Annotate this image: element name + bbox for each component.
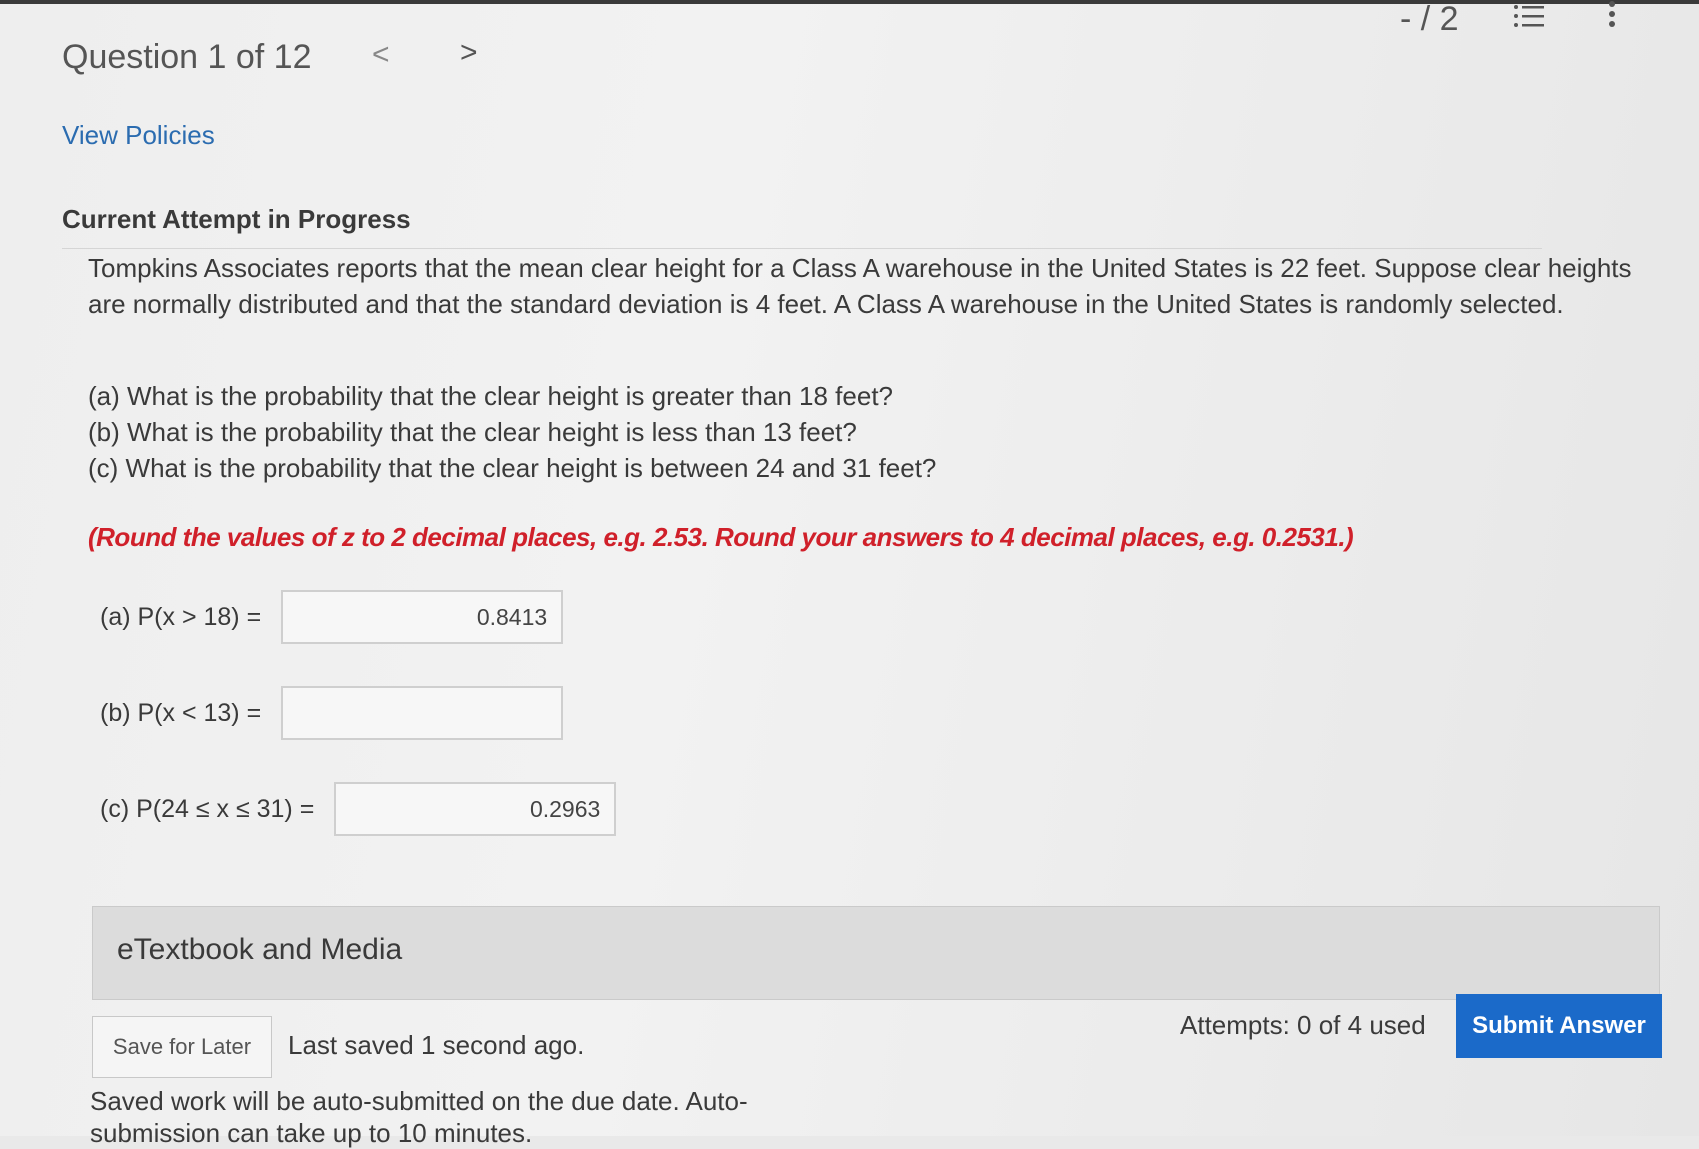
etextbook-media-panel[interactable]: eTextbook and Media bbox=[92, 906, 1660, 1000]
auto-submit-note-continued: submission can take up to 10 minutes. bbox=[90, 1118, 533, 1148]
auto-submit-note: Saved work will be auto-submitted on the… bbox=[90, 1086, 748, 1116]
last-saved-status: Last saved 1 second ago. bbox=[288, 1030, 585, 1060]
question-text: Tompkins Associates reports that the mea… bbox=[88, 250, 1648, 322]
save-for-later-button[interactable]: Save for Later bbox=[92, 1016, 272, 1078]
divider bbox=[62, 248, 1542, 249]
answer-row-a: (a) P(x > 18) = bbox=[100, 590, 564, 644]
attempts-counter: Attempts: 0 of 4 used bbox=[1180, 1010, 1426, 1040]
score-display: - / 2 bbox=[1400, 0, 1459, 38]
etextbook-media-label: eTextbook and Media bbox=[117, 933, 403, 966]
submit-answer-button[interactable]: Submit Answer bbox=[1456, 994, 1662, 1058]
question-part-c: (c) What is the probability that the cle… bbox=[88, 453, 937, 483]
question-part-b: (b) What is the probability that the cle… bbox=[88, 417, 857, 447]
view-policies-link[interactable]: View Policies bbox=[62, 120, 215, 151]
attempt-heading: Current Attempt in Progress bbox=[62, 204, 411, 234]
question-title: Question 1 of 12 bbox=[62, 38, 312, 76]
answer-row-b: (b) P(x < 13) = bbox=[100, 686, 564, 740]
answer-input-b[interactable] bbox=[281, 686, 564, 740]
list-icon[interactable] bbox=[1512, 2, 1546, 30]
answer-label-c: (c) P(24 ≤ x ≤ 31) = bbox=[100, 794, 315, 823]
question-part-a: (a) What is the probability that the cle… bbox=[88, 381, 894, 411]
answer-label-b: (b) P(x < 13) = bbox=[100, 698, 262, 727]
previous-question-button[interactable]: < bbox=[372, 38, 390, 72]
answer-input-c[interactable] bbox=[334, 782, 617, 836]
page: Question 1 of 12 < > - / 2 View Policies… bbox=[0, 0, 1699, 1148]
answer-input-a[interactable] bbox=[281, 590, 564, 644]
next-question-button[interactable]: > bbox=[460, 36, 478, 70]
rounding-instruction: (Round the values of z to 2 decimal plac… bbox=[88, 522, 1354, 552]
question-parts: (a) What is the probability that the cle… bbox=[88, 378, 936, 486]
question-paragraph: Tompkins Associates reports that the mea… bbox=[88, 253, 1632, 319]
answer-label-a: (a) P(x > 18) = bbox=[100, 602, 262, 631]
more-vertical-icon[interactable] bbox=[1606, 0, 1618, 28]
answer-row-c: (c) P(24 ≤ x ≤ 31) = bbox=[100, 782, 617, 836]
